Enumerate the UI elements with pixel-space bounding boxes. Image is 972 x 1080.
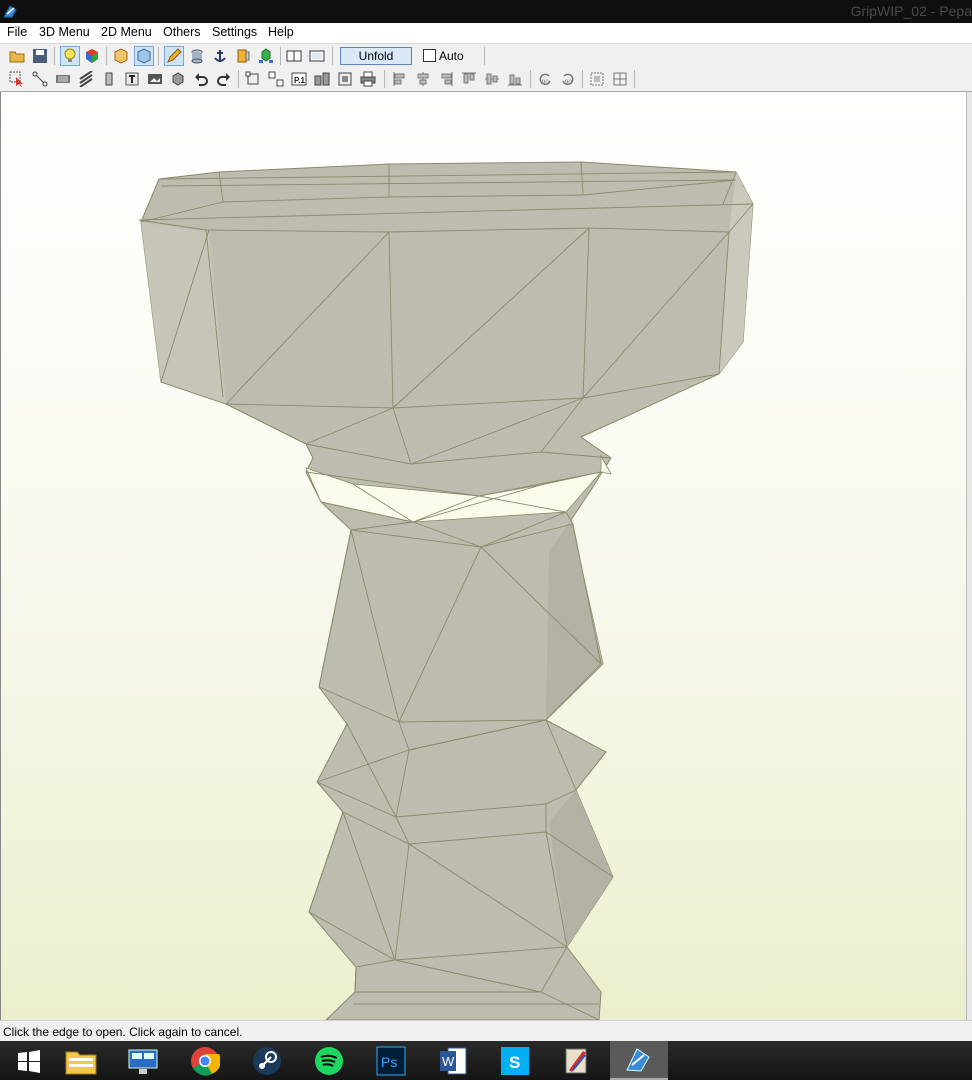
skype-icon[interactable]: S — [486, 1041, 544, 1080]
auto-label: Auto — [439, 49, 464, 63]
box-icon[interactable] — [111, 46, 131, 66]
svg-text:P.1: P.1 — [294, 76, 306, 85]
align-middle-icon[interactable] — [482, 69, 502, 89]
text-icon[interactable] — [122, 69, 142, 89]
page-layout-icon[interactable] — [312, 69, 332, 89]
paint-tool-icon[interactable] — [548, 1041, 606, 1080]
page-number-icon[interactable]: P.1 — [289, 69, 309, 89]
align-top-icon[interactable] — [459, 69, 479, 89]
join-edges-icon[interactable] — [53, 69, 73, 89]
save-icon[interactable] — [30, 46, 50, 66]
arrange-icon[interactable] — [243, 69, 263, 89]
flap-icon[interactable] — [233, 46, 253, 66]
menu-settings[interactable]: Settings — [212, 25, 257, 39]
network-icon[interactable] — [114, 1041, 172, 1080]
select-arrow-icon[interactable] — [7, 69, 27, 89]
rotate-90-cw-icon[interactable]: 90 — [558, 69, 578, 89]
open-file-icon[interactable] — [7, 46, 27, 66]
flap-edit-icon[interactable] — [99, 69, 119, 89]
color-cube-icon[interactable] — [82, 46, 102, 66]
align-bottom-icon[interactable] — [505, 69, 525, 89]
group-icon[interactable] — [587, 69, 607, 89]
svg-text:90: 90 — [542, 80, 549, 86]
status-bar: Click the edge to open. Click again to c… — [0, 1020, 972, 1041]
svg-text:S: S — [509, 1053, 520, 1072]
status-text: Click the edge to open. Click again to c… — [3, 1025, 243, 1039]
toolbar-2d: P.1 90 90 — [0, 67, 972, 92]
join-faces-icon[interactable] — [256, 46, 276, 66]
grid-arrange-icon[interactable] — [266, 69, 286, 89]
steam-icon[interactable] — [238, 1041, 296, 1080]
chrome-icon[interactable] — [176, 1041, 234, 1080]
lightbulb-icon[interactable] — [60, 46, 80, 66]
menu-help[interactable]: Help — [268, 25, 294, 39]
spotify-icon[interactable] — [300, 1041, 358, 1080]
svg-text:90: 90 — [565, 80, 572, 86]
photoshop-icon[interactable]: Ps — [362, 1041, 420, 1080]
anchor-icon[interactable] — [210, 46, 230, 66]
window-title: GripWIP_02 - Pepa — [850, 3, 972, 19]
redo-icon[interactable] — [214, 69, 234, 89]
ungroup-icon[interactable] — [610, 69, 630, 89]
single-view-icon[interactable] — [307, 46, 327, 66]
texture-icon[interactable] — [134, 46, 154, 66]
svg-text:W: W — [442, 1054, 455, 1069]
menu-2d[interactable]: 2D Menu — [101, 25, 152, 39]
align-left-icon[interactable] — [390, 69, 410, 89]
print-icon[interactable] — [358, 69, 378, 89]
rotate-90-ccw-icon[interactable]: 90 — [535, 69, 555, 89]
menu-file[interactable]: File — [7, 25, 27, 39]
taskbar: Ps W S — [0, 1041, 972, 1080]
align-center-icon[interactable] — [413, 69, 433, 89]
image-icon[interactable] — [145, 69, 165, 89]
unfold-button[interactable]: Unfold — [340, 47, 412, 65]
pepakura-taskbar-icon[interactable] — [610, 1041, 668, 1080]
3d-model[interactable] — [1, 92, 966, 1020]
svg-text:Ps: Ps — [381, 1054, 397, 1070]
split-view-icon[interactable] — [284, 46, 304, 66]
undo-icon[interactable] — [191, 69, 211, 89]
title-bar: GripWIP_02 - Pepa — [0, 0, 972, 23]
file-explorer-icon[interactable] — [52, 1041, 110, 1080]
rotate-part-icon[interactable] — [168, 69, 188, 89]
cylinder-icon[interactable] — [187, 46, 207, 66]
toolbar-3d: Unfold Auto — [0, 43, 972, 67]
menu-bar: File 3D Menu 2D Menu Others Settings Hel… — [0, 23, 972, 43]
fold-lines-icon[interactable] — [76, 69, 96, 89]
page-frame-icon[interactable] — [335, 69, 355, 89]
windows-start-icon[interactable] — [0, 1041, 58, 1080]
edge-pencil-icon[interactable] — [164, 46, 184, 66]
word-icon[interactable]: W — [424, 1041, 482, 1080]
auto-checkbox[interactable] — [423, 49, 436, 62]
vertical-scrollbar[interactable] — [966, 92, 972, 1020]
pepakura-icon[interactable] — [3, 4, 18, 19]
3d-viewport[interactable] — [0, 92, 966, 1020]
menu-3d[interactable]: 3D Menu — [39, 25, 90, 39]
menu-others[interactable]: Others — [163, 25, 201, 39]
align-right-icon[interactable] — [436, 69, 456, 89]
node-edit-icon[interactable] — [30, 69, 50, 89]
